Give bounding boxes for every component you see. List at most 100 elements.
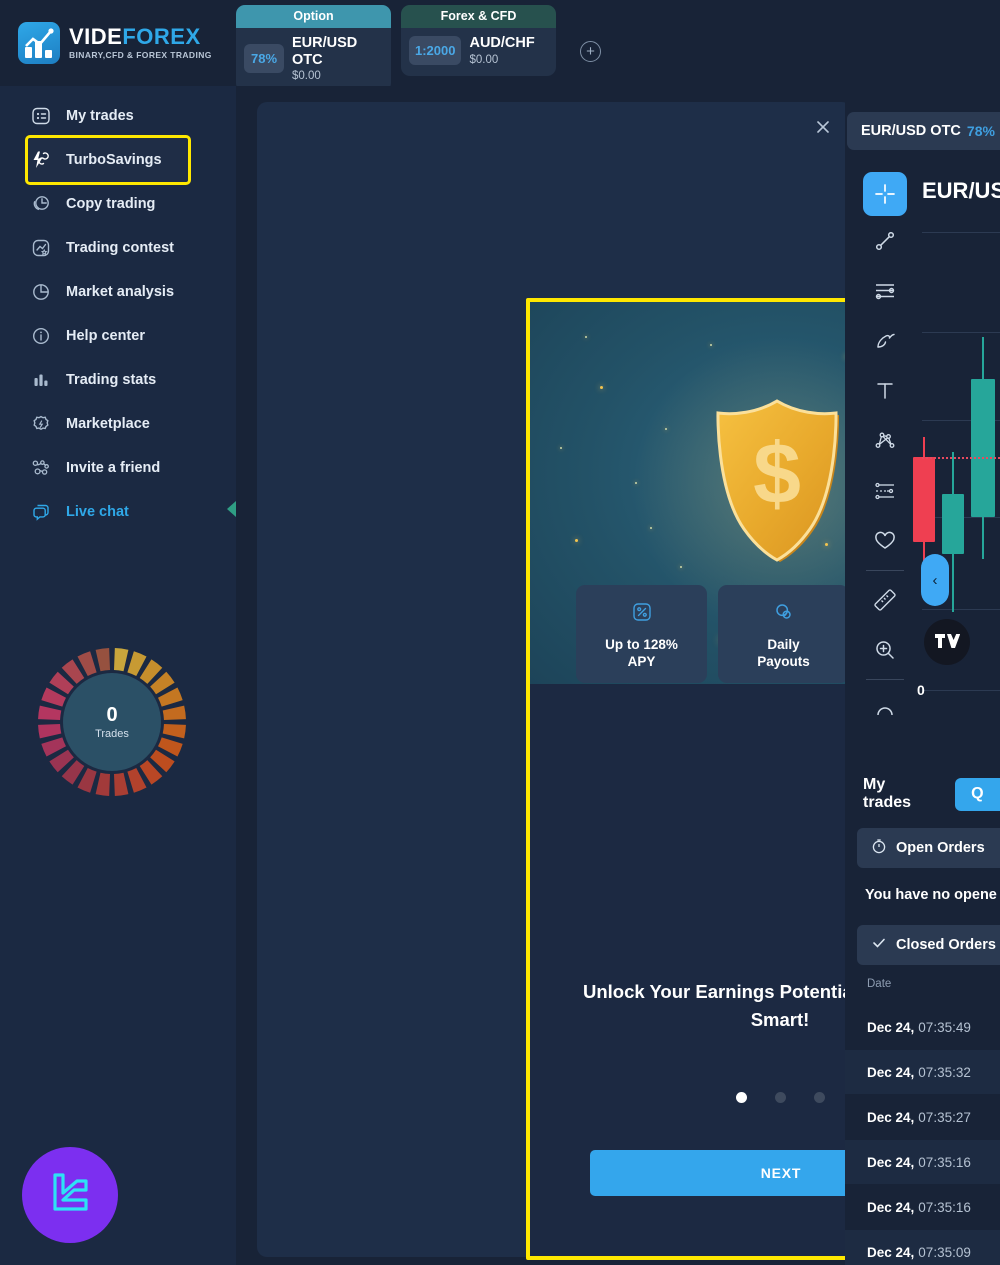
close-icon[interactable] (812, 118, 834, 140)
donut-segment (95, 648, 111, 672)
sidebar-item-label: Invite a friend (66, 460, 161, 476)
donut-segment (113, 648, 129, 672)
crosshair-icon[interactable] (863, 172, 907, 216)
chat-bubble-icon (30, 501, 52, 523)
donut-segment (113, 772, 129, 796)
my-trades-header: My trades Q (863, 776, 1000, 812)
add-asset-button[interactable]: + (580, 41, 601, 62)
order-date: Dec 24, (867, 1019, 915, 1035)
copy-circle-icon (30, 193, 52, 215)
carousel-dot-1[interactable] (735, 1092, 747, 1103)
pattern-icon[interactable] (863, 416, 907, 466)
feature-label-line2: APY (627, 654, 656, 669)
sidebar-item-label: TurboSavings (66, 152, 162, 168)
feature-card-apy[interactable]: Up to 128% APY (576, 585, 707, 683)
closed-orders-section-header[interactable]: Closed Orders (857, 925, 1000, 965)
donut-segment (38, 723, 62, 739)
sidebar-item-label: Market analysis (66, 284, 175, 300)
svg-text:$: $ (753, 426, 801, 522)
sidebar-item-turbosavings[interactable]: TurboSavings (25, 135, 191, 185)
order-time: 07:35:27 (918, 1109, 971, 1125)
top-bar: VIDEFOREX BINARY,CFD & FOREX TRADING Opt… (0, 0, 1000, 93)
brand-name-secondary: FOREX (122, 24, 201, 50)
candle-up (971, 337, 995, 559)
chart-drawing-toolbar (855, 172, 915, 734)
users-group-icon (30, 457, 52, 479)
feature-label-line1: Up to 128% (605, 637, 678, 653)
feature-card-daily-payouts[interactable]: Daily Payouts (718, 585, 849, 683)
sidebar-item-label: Marketplace (66, 416, 150, 432)
ruler-icon[interactable] (863, 575, 907, 625)
trading-platform-app: VIDEFOREX BINARY,CFD & FOREX TRADING Opt… (0, 0, 1000, 1265)
letter-l-badge-icon[interactable] (22, 1147, 118, 1243)
asset-price-label: $0.00 (469, 53, 499, 66)
plus-icon: + (586, 43, 595, 60)
sidebar-item-trading-contest[interactable]: Trading contest (0, 226, 236, 270)
order-date: Dec 24, (867, 1244, 915, 1260)
chart-symbol-pill[interactable]: EUR/USD OTC 78% (847, 112, 1000, 150)
favorite-heart-icon[interactable] (863, 516, 907, 566)
table-row[interactable]: Dec 24, 07:35:27 (845, 1095, 1000, 1139)
stopwatch-icon (871, 838, 887, 858)
trades-count-center: 0 Trades (63, 673, 161, 771)
coins-icon (773, 601, 795, 628)
brand-logo[interactable]: VIDEFOREX BINARY,CFD & FOREX TRADING (18, 22, 212, 64)
donut-segment (38, 705, 62, 721)
collapse-left-arrow-icon[interactable] (227, 501, 236, 517)
asset-tab-forex-cfd[interactable]: Forex & CFD 1:2000 AUD/CHF $0.00 (401, 5, 556, 76)
sidebar-item-live-chat[interactable]: Live chat (0, 490, 236, 534)
fib-levels-icon[interactable] (863, 466, 907, 516)
table-row[interactable]: Dec 24, 07:35:09 (845, 1230, 1000, 1265)
zoom-in-icon[interactable] (863, 625, 907, 675)
asset-price-label: $0.00 (292, 70, 321, 83)
sidebar-item-invite-a-friend[interactable]: Invite a friend (0, 446, 236, 490)
sidebar-item-market-analysis[interactable]: Market analysis (0, 270, 236, 314)
text-icon[interactable] (863, 366, 907, 416)
asset-leverage-badge: 1:2000 (409, 35, 462, 65)
my-trades-title: My trades (863, 776, 912, 811)
chart-axis-value: 0 (917, 682, 925, 698)
table-row[interactable]: Dec 24, 07:35:16 (845, 1140, 1000, 1184)
sidebar-item-marketplace[interactable]: Marketplace (0, 402, 236, 446)
open-orders-section-header[interactable]: Open Orders (857, 828, 1000, 868)
carousel-dot-3[interactable] (813, 1092, 825, 1103)
quick-trade-button[interactable]: Q (954, 777, 1000, 811)
table-row[interactable]: Dec 24, 07:35:16 (845, 1185, 1000, 1229)
list-card-icon (30, 105, 52, 127)
trend-line-icon[interactable] (863, 216, 907, 266)
carousel-dot-2[interactable] (774, 1092, 786, 1103)
tradingview-icon[interactable] (924, 619, 970, 665)
brand-name-primary: VIDE (69, 24, 123, 50)
chart-gridline (922, 690, 1000, 691)
chart-symbol-label: EUR/USD OTC (861, 123, 961, 139)
sparkle-dot (575, 538, 578, 542)
horizontal-lines-icon[interactable] (863, 266, 907, 316)
table-row[interactable]: Dec 24, 07:35:32 (845, 1050, 1000, 1094)
chevron-left-icon[interactable]: ‹ (921, 554, 949, 606)
table-row[interactable]: Dec 24, 07:35:49 (845, 1005, 1000, 1049)
brush-icon[interactable] (863, 316, 907, 366)
chart-title: EUR/US (922, 178, 1000, 203)
sidebar-item-trading-stats[interactable]: Trading stats (0, 358, 236, 402)
column-header-date: Date (867, 978, 892, 990)
sidebar-item-my-trades[interactable]: My trades (0, 94, 236, 138)
chart-payout-label: 78% (966, 123, 995, 139)
check-icon (871, 935, 887, 955)
asset-tab-category-label: Forex & CFD (401, 5, 556, 28)
toolbar-divider (866, 570, 904, 571)
sidebar-item-copy-trading[interactable]: Copy trading (0, 182, 236, 226)
sidebar-item-label: Help center (66, 328, 145, 344)
sidebar-item-help-center[interactable]: Help center (0, 314, 236, 358)
sparkle-dot (560, 447, 562, 450)
toolbar-divider (866, 679, 904, 680)
order-date: Dec 24, (867, 1154, 915, 1170)
feature-label-line1: Daily (767, 637, 800, 653)
percent-box-icon (631, 601, 653, 628)
asset-tab-option[interactable]: Option 78% EUR/USD OTC $0.00 (236, 5, 391, 93)
closed-orders-label: Closed Orders (896, 937, 996, 953)
sidebar-nav: My trades TurboSavings Copy trading Trad… (0, 86, 236, 534)
sparkle-dot (665, 428, 667, 431)
magnet-icon[interactable] (863, 684, 907, 734)
chart-gridline (922, 332, 1000, 333)
info-circle-icon (30, 325, 52, 347)
